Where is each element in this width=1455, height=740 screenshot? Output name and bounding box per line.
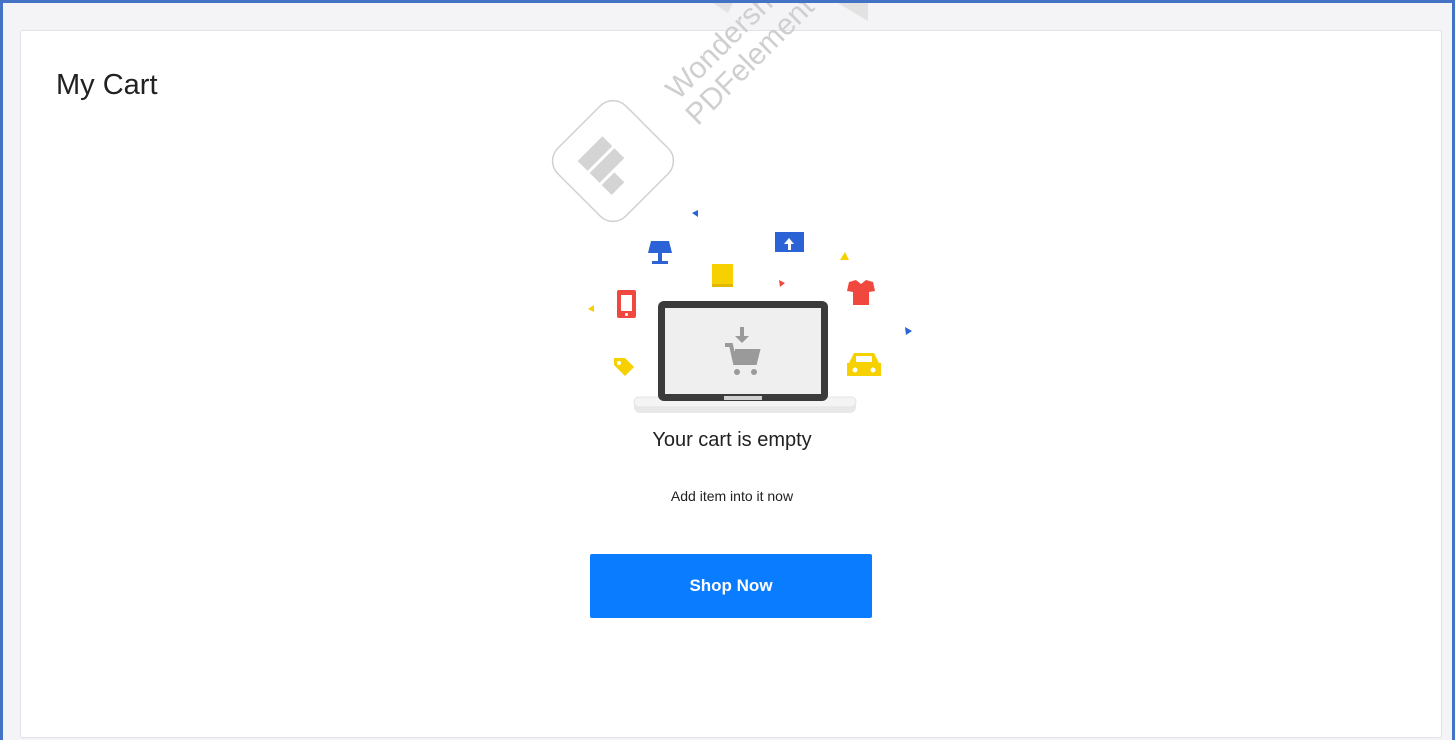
confetti	[692, 210, 698, 217]
watermark-corner-shape	[838, 3, 868, 21]
book-icon	[712, 264, 733, 287]
confetti	[588, 305, 594, 312]
watermark-corner-shape	[713, 3, 733, 13]
tag-icon	[614, 358, 634, 376]
empty-cart-heading: Your cart is empty	[652, 429, 812, 451]
confetti	[840, 252, 849, 260]
empty-cart-subtext: Add item into it now	[670, 488, 794, 504]
window-frame: My Cart Your cart is empty Add item into…	[0, 0, 1455, 740]
monitor-icon	[775, 232, 804, 252]
shop-now-button[interactable]: Shop Now	[590, 554, 872, 618]
tablet-icon	[617, 290, 636, 318]
lamp-icon	[648, 241, 672, 264]
page-title: My Cart	[56, 69, 158, 101]
car-icon	[847, 353, 881, 376]
confetti	[905, 327, 912, 335]
confetti	[779, 280, 785, 287]
empty-cart-illustration	[588, 210, 912, 413]
cart-card: My Cart Your cart is empty Add item into…	[20, 30, 1442, 738]
tshirt-icon	[847, 280, 875, 305]
